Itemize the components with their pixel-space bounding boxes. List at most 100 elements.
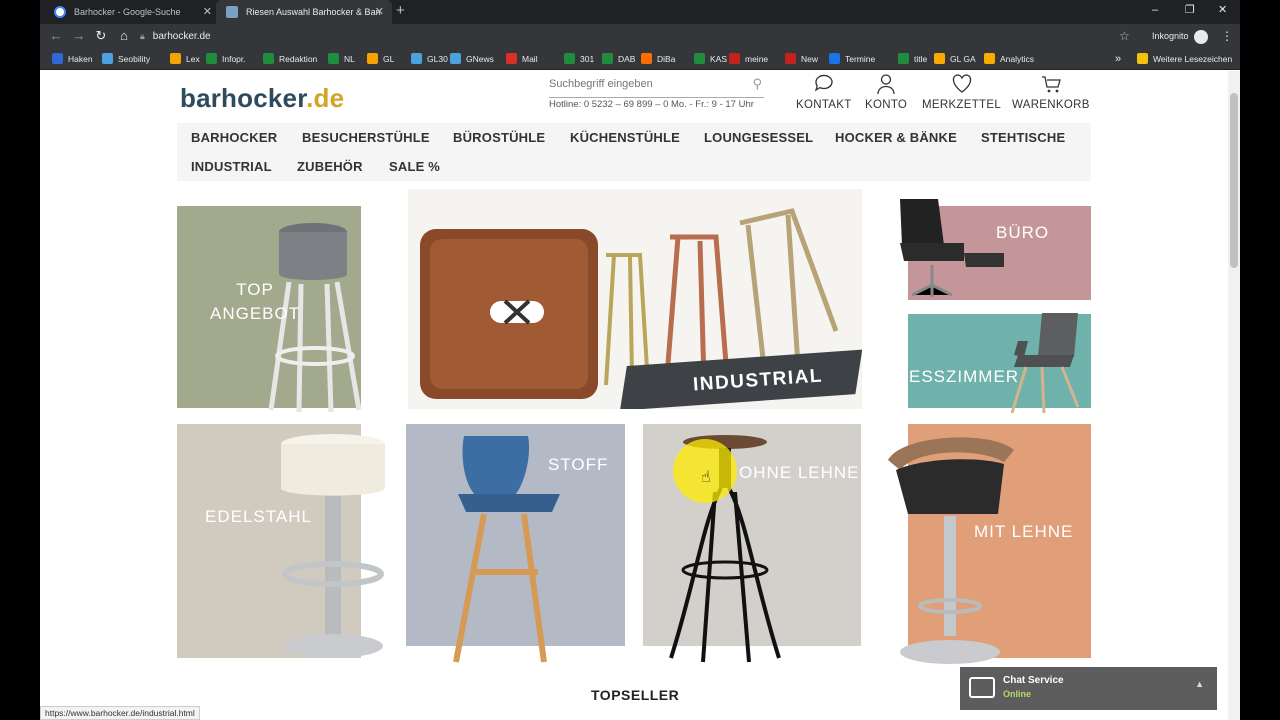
bookmark-favicon-icon xyxy=(898,53,909,64)
bookmark-item[interactable]: Lex xyxy=(170,48,200,70)
tab-close-icon[interactable]: ✕ xyxy=(375,0,384,24)
bookmark-item[interactable]: DAB xyxy=(602,48,635,70)
nav-buerostuehle[interactable]: BÜROSTÜHLE xyxy=(453,130,545,145)
tile-label: EDELSTAHL xyxy=(205,507,312,526)
tab-google-search[interactable]: Barhocker - Google-Suche ✕ xyxy=(44,0,220,24)
site-logo[interactable]: barhocker.de xyxy=(180,83,344,114)
main-navigation: BARHOCKER BESUCHERSTÜHLE BÜROSTÜHLE KÜCH… xyxy=(177,123,1091,181)
back-arrow-icon[interactable]: ← xyxy=(47,27,65,45)
tile-industrial[interactable]: INDUSTRIAL xyxy=(408,189,862,409)
header-icon-label: WARENKORB xyxy=(1012,99,1090,111)
new-tab-button[interactable]: + xyxy=(396,0,405,22)
tile-edelstahl[interactable]: EDELSTAHL xyxy=(177,424,392,668)
bookmark-item[interactable]: Haken xyxy=(52,48,93,70)
address-bar[interactable]: 🔒︎ barhocker.de xyxy=(140,27,1140,45)
chat-service-widget[interactable]: Chat Service Online ▲ xyxy=(960,667,1217,710)
logo-main: barhocker xyxy=(180,83,307,113)
bookmark-label: GL xyxy=(383,54,395,64)
reload-icon[interactable]: ↻ xyxy=(92,27,110,45)
bookmark-item[interactable]: Termine xyxy=(829,48,875,70)
incognito-label: Inkognito xyxy=(1152,31,1189,41)
bookmark-item[interactable]: Redaktion xyxy=(263,48,317,70)
tile-stoff[interactable]: STOFF xyxy=(406,424,626,668)
nav-stehtische[interactable]: STEHTISCHE xyxy=(981,130,1065,145)
chat-bubble-icon xyxy=(796,73,852,99)
tile-buero[interactable]: BÜRO xyxy=(882,195,1092,303)
topseller-heading: TOPSELLER xyxy=(591,687,680,703)
page-scrollbar[interactable] xyxy=(1228,71,1240,720)
browser-toolbar: ← → ↻ ⌂ 🔒︎ barhocker.de ☆ Inkognito ⋮ xyxy=(40,24,1240,48)
bookmark-favicon-icon xyxy=(170,53,181,64)
close-window-button[interactable]: ✕ xyxy=(1218,0,1227,20)
bookmark-label: GL GA xyxy=(950,54,976,64)
bookmark-favicon-icon xyxy=(984,53,995,64)
nav-zubehoer[interactable]: ZUBEHÖR xyxy=(297,159,363,174)
bookmark-star-icon[interactable]: ☆ xyxy=(1119,27,1130,45)
header-konto[interactable]: KONTO xyxy=(865,73,907,111)
search-icon[interactable]: ⚲ xyxy=(752,76,762,92)
bookmark-item[interactable]: GNews xyxy=(450,48,494,70)
armchair-bar-stool-image xyxy=(888,437,1014,664)
bookmark-label: Haken xyxy=(68,54,93,64)
nav-industrial[interactable]: INDUSTRIAL xyxy=(191,159,272,174)
bookmarks-overflow-icon[interactable]: » xyxy=(1115,48,1121,70)
nav-kuechenstuehle[interactable]: KÜCHENSTÜHLE xyxy=(570,130,680,145)
browser-menu-icon[interactable]: ⋮ xyxy=(1221,27,1233,45)
nav-loungesessel[interactable]: LOUNGESESSEL xyxy=(704,130,813,145)
bookmark-item[interactable]: DiBa xyxy=(641,48,675,70)
bookmark-item[interactable]: NL xyxy=(328,48,355,70)
bookmark-label: Termine xyxy=(845,54,876,64)
tile-mit-lehne[interactable]: MIT LEHNE xyxy=(882,424,1092,668)
bookmark-item[interactable]: Seobility xyxy=(102,48,150,70)
bookmark-item[interactable]: 301 xyxy=(564,48,594,70)
bookmark-item[interactable]: KAS xyxy=(694,48,727,70)
bookmark-item[interactable]: GL xyxy=(367,48,394,70)
search-input[interactable] xyxy=(549,74,739,94)
bookmark-item[interactable]: GL30 xyxy=(411,48,448,70)
bookmark-favicon-icon xyxy=(450,53,461,64)
bookmark-item[interactable]: title xyxy=(898,48,927,70)
heart-icon xyxy=(922,73,1001,99)
header-icon-label: MERKZETTEL xyxy=(922,99,1002,111)
nav-sale[interactable]: SALE % xyxy=(389,159,440,174)
scrollbar-thumb[interactable] xyxy=(1230,93,1238,268)
bookmark-favicon-icon xyxy=(206,53,217,64)
bookmark-label: Infopr. xyxy=(222,54,246,64)
header-kontakt[interactable]: KONTAKT xyxy=(796,73,852,111)
bookmark-favicon-icon xyxy=(411,53,422,64)
incognito-indicator[interactable]: Inkognito xyxy=(1152,27,1208,45)
bookmark-label: New xyxy=(801,54,819,64)
bookmark-favicon-icon xyxy=(52,53,63,64)
bookmark-item[interactable]: Infopr. xyxy=(206,48,246,70)
chevron-up-icon[interactable]: ▲ xyxy=(1195,679,1204,689)
nav-hocker-baenke[interactable]: HOCKER & BÄNKE xyxy=(835,130,957,145)
other-bookmarks[interactable]: Weitere Lesezeichen xyxy=(1137,48,1232,70)
home-icon[interactable]: ⌂ xyxy=(115,27,133,45)
chat-status: Online xyxy=(1003,689,1032,699)
bookmark-favicon-icon xyxy=(729,53,740,64)
bookmark-favicon-icon xyxy=(694,53,705,64)
bookmark-item[interactable]: GL GA xyxy=(934,48,976,70)
bookmark-favicon-icon xyxy=(564,53,575,64)
header-warenkorb[interactable]: WARENKORB xyxy=(1012,73,1090,111)
tab-barhocker[interactable]: Riesen Auswahl Barhocker & Ban ✕ xyxy=(216,0,392,24)
search-box: ⚲ xyxy=(549,74,764,98)
forward-arrow-icon[interactable]: → xyxy=(70,27,88,45)
bookmark-item[interactable]: Mail xyxy=(506,48,538,70)
tab-bar: Barhocker - Google-Suche ✕ Riesen Auswah… xyxy=(40,0,1240,24)
bookmark-label: title xyxy=(914,54,928,64)
nav-besucherstuehle[interactable]: BESUCHERSTÜHLE xyxy=(302,130,430,145)
minimize-button[interactable]: – xyxy=(1152,0,1158,20)
tab-close-icon[interactable]: ✕ xyxy=(203,0,212,24)
nav-barhocker[interactable]: BARHOCKER xyxy=(191,130,277,145)
header-merkzettel[interactable]: MERKZETTEL xyxy=(922,73,1001,111)
office-chair-image xyxy=(900,199,1004,297)
bookmark-item[interactable]: New xyxy=(785,48,818,70)
tile-label: MIT LEHNE xyxy=(974,522,1074,541)
bookmark-item[interactable]: meine xyxy=(729,48,768,70)
tile-top-angebot[interactable]: TOP ANGEBOT xyxy=(177,206,392,416)
bookmark-label: Analytics xyxy=(1000,54,1035,64)
tile-esszimmer[interactable]: ESSZIMMER xyxy=(908,309,1092,417)
bookmark-item[interactable]: Analytics xyxy=(984,48,1034,70)
maximize-button[interactable]: ❐ xyxy=(1185,0,1195,20)
